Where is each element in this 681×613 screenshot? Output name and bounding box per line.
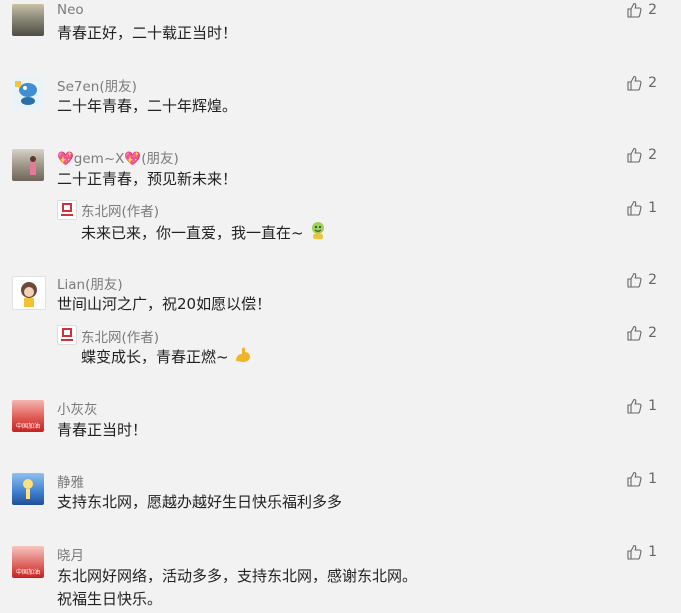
- avatar[interactable]: [12, 276, 46, 310]
- like-count: 2: [648, 325, 657, 341]
- like-button[interactable]: 2: [626, 75, 657, 91]
- like-button[interactable]: 1: [626, 200, 657, 216]
- comment-text-line2: 祝福生日快乐。: [57, 590, 163, 608]
- thumbs-up-icon: [627, 272, 642, 288]
- commenter-name[interactable]: Lian(朋友): [57, 273, 123, 293]
- like-button[interactable]: 2: [626, 147, 657, 163]
- like-count: 2: [648, 272, 657, 288]
- thumbs-up-icon: [627, 147, 642, 163]
- author-name[interactable]: 东北网(作者): [81, 326, 159, 346]
- commenter-name[interactable]: 晓月: [57, 544, 84, 564]
- like-button[interactable]: 1: [626, 544, 657, 560]
- like-button[interactable]: 1: [626, 471, 657, 487]
- avatar[interactable]: 中国加油: [12, 400, 44, 432]
- thumbs-up-icon: [627, 398, 642, 414]
- thumbs-up-icon: [627, 325, 642, 341]
- like-button[interactable]: 1: [626, 398, 657, 414]
- thumbs-up-icon: [627, 75, 642, 91]
- comment-text: 二十年青春，二十年辉煌。: [57, 97, 238, 115]
- avatar-caption: 中国加油: [15, 423, 40, 430]
- like-count: 2: [648, 147, 657, 163]
- flexed-biceps-icon: [233, 344, 253, 371]
- avatar-caption: 中国加油: [15, 569, 40, 576]
- like-count: 1: [648, 398, 657, 414]
- commenter-name[interactable]: 静雅: [57, 471, 84, 491]
- author-name[interactable]: 东北网(作者): [81, 200, 159, 220]
- reply-text: 未来已来，你一直爱，我一直在~: [81, 220, 328, 247]
- thumbs-up-icon: [627, 2, 642, 18]
- comment-text: 东北网好网络，活动多多，支持东北网，感谢东北网。: [57, 567, 418, 585]
- thumbs-up-icon: [627, 200, 642, 216]
- comment-text: 支持东北网，愿越办越好生日快乐福利多多: [57, 493, 343, 511]
- comment-text: 二十正青春，预见新未来！: [57, 170, 238, 188]
- thumbs-up-icon: [627, 544, 642, 560]
- thumbs-up-icon: [627, 471, 642, 487]
- like-count: 2: [648, 75, 657, 91]
- avatar[interactable]: [12, 4, 44, 36]
- like-count: 1: [648, 200, 657, 216]
- author-avatar[interactable]: [57, 325, 77, 345]
- commenter-name[interactable]: 小灰灰: [57, 398, 98, 418]
- comment-text: 青春正好，二十载正当时！: [57, 24, 238, 42]
- emoji-icon: [308, 220, 328, 247]
- commenter-name[interactable]: Se7en(朋友): [57, 75, 137, 95]
- like-button[interactable]: 2: [626, 325, 657, 341]
- like-count: 1: [648, 471, 657, 487]
- author-avatar[interactable]: [57, 200, 77, 220]
- like-button[interactable]: 2: [626, 272, 657, 288]
- avatar[interactable]: [12, 473, 44, 505]
- avatar[interactable]: [12, 149, 44, 181]
- like-button[interactable]: 2: [626, 2, 657, 18]
- comment-text: 青春正当时！: [57, 421, 148, 439]
- commenter-name[interactable]: Neo: [57, 2, 84, 18]
- commenter-name[interactable]: 💖gem~X💖(朋友): [57, 147, 179, 167]
- like-count: 2: [648, 2, 657, 18]
- comment-text: 世间山河之广，祝20如愿以偿！: [57, 295, 272, 313]
- reply-text: 蝶变成长，青春正燃~: [81, 344, 253, 371]
- avatar[interactable]: [12, 77, 44, 109]
- like-count: 1: [648, 544, 657, 560]
- avatar[interactable]: 中国加油: [12, 546, 44, 578]
